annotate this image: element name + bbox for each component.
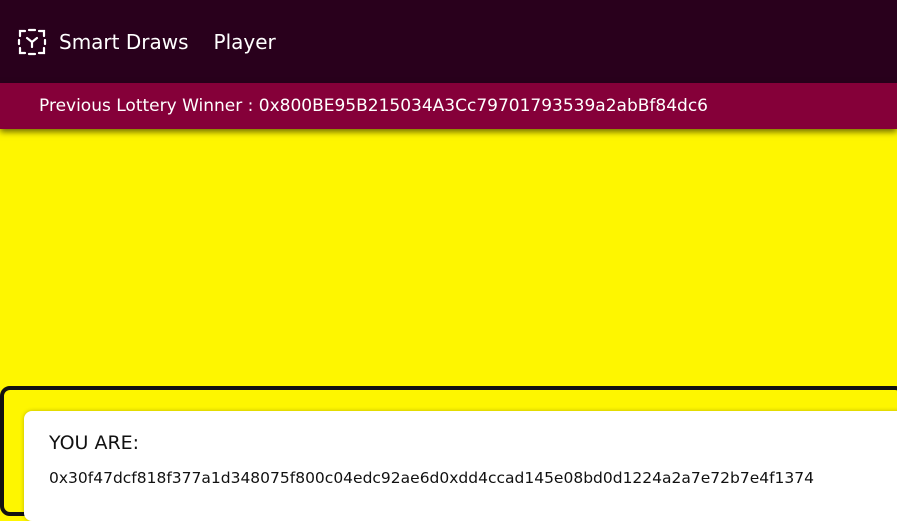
- you-are-label: YOU ARE:: [49, 432, 140, 454]
- nav-link-player[interactable]: Player: [214, 30, 276, 54]
- player-card: YOU ARE: 0x30f47dcf818f377a1d348075f800c…: [24, 411, 897, 521]
- brand-name[interactable]: Smart Draws: [59, 30, 189, 54]
- top-navbar: Smart Draws Player: [0, 0, 897, 83]
- player-address: 0x30f47dcf818f377a1d348075f800c04edc92ae…: [49, 469, 814, 487]
- smart-draws-logo-icon[interactable]: [16, 26, 48, 58]
- previous-winner-banner: Previous Lottery Winner : 0x800BE95B2150…: [0, 83, 897, 129]
